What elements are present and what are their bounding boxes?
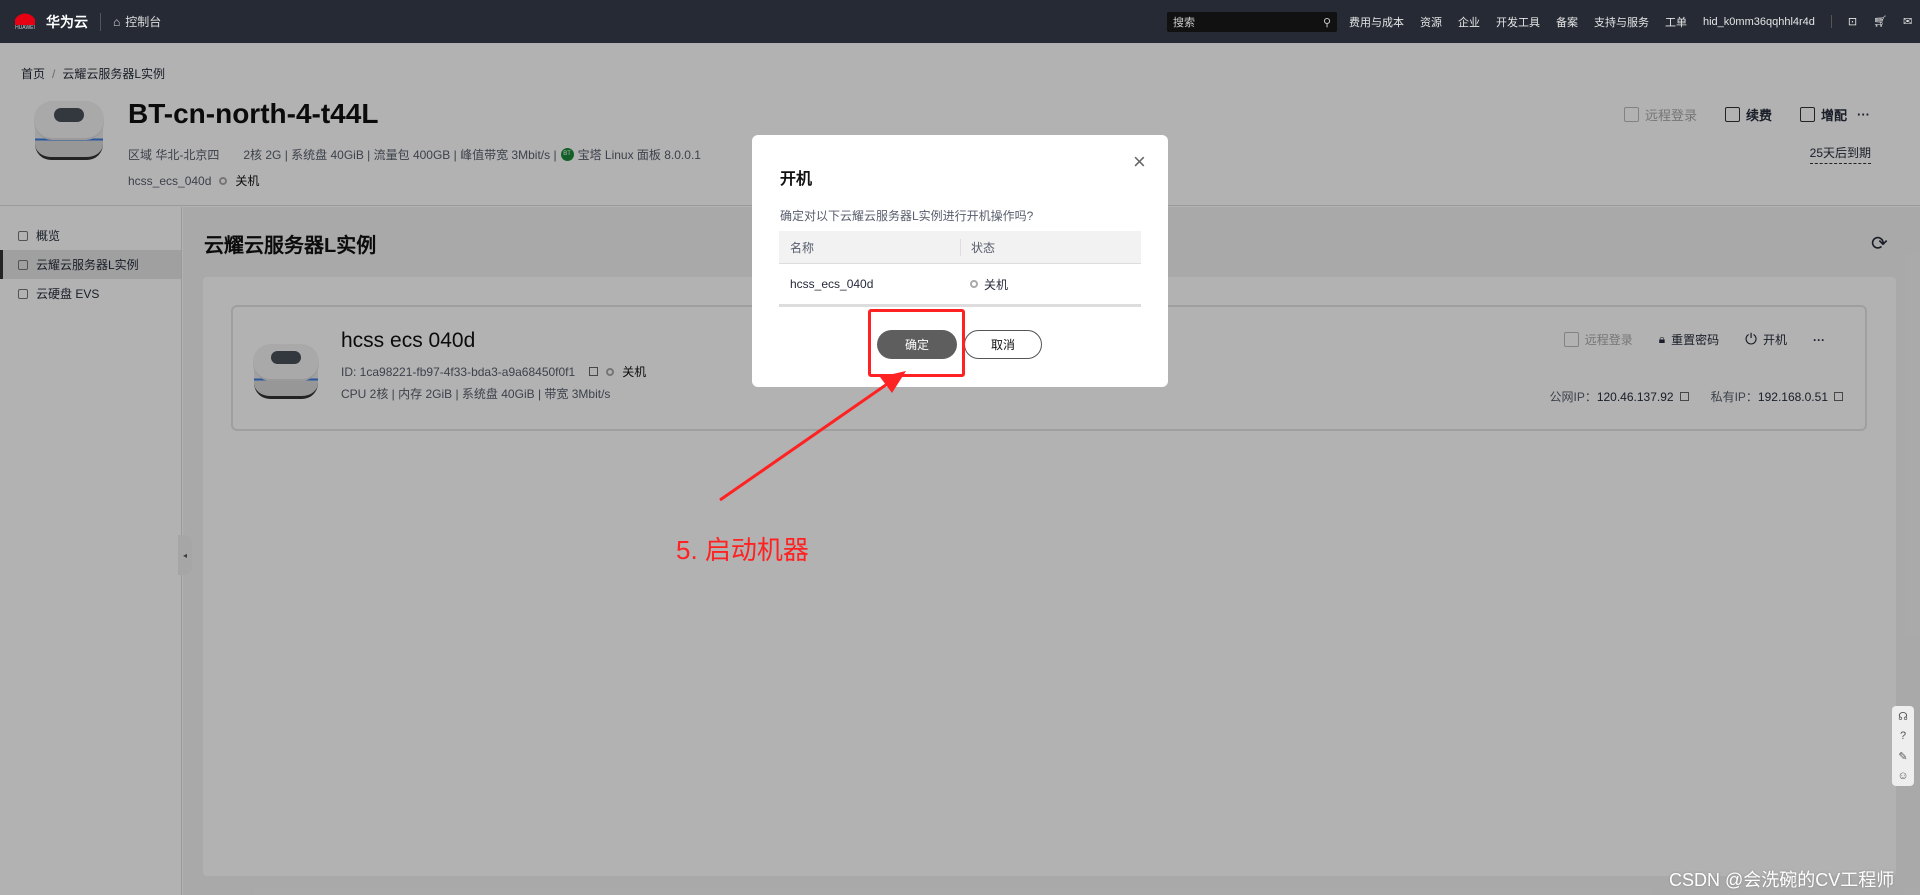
row-status-text: 关机 [984,277,1009,292]
nav-tickets[interactable]: 工单 [1665,14,1687,30]
home-icon: ⌂ [113,14,121,29]
search-placeholder: 搜索 [1173,17,1195,29]
cloud-shell-icon[interactable]: ⊡ [1848,15,1857,28]
table-header: 名称 状态 [779,231,1141,264]
user-account[interactable]: hid_k0mm36qqhhl4r4d [1703,16,1815,28]
huawei-logo-icon: HUAWEI [14,8,36,35]
search-input[interactable]: 搜索 ⚲ [1167,12,1337,32]
status-dot-icon [970,280,978,288]
nav-enterprise[interactable]: 企业 [1458,14,1480,30]
dialog-message: 确定对以下云耀云服务器L实例进行开机操作吗? [780,209,1034,223]
headset-icon[interactable]: ☊ [1898,710,1908,723]
nav-icp[interactable]: 备案 [1556,14,1578,30]
table-row: hcss_ecs_040d 关机 [779,264,1141,304]
column-name: 名称 [790,240,815,255]
smile-icon[interactable]: ☺ [1897,770,1908,782]
console-link[interactable]: ⌂ 控制台 [113,13,161,30]
huawei-cloud-logo[interactable]: HUAWEI 华为云 [14,8,88,35]
console-label: 控制台 [125,15,162,29]
floating-toolbar: ☊ ? ✎ ☺ [1892,706,1914,786]
dialog-title: 开机 [780,171,813,188]
column-status: 状态 [960,238,1141,256]
top-nav-bar: HUAWEI 华为云 ⌂ 控制台 搜索 ⚲ 费用与成本 资源 企业 开发工具 备案 … [0,0,1920,43]
nav-dev-tools[interactable]: 开发工具 [1496,14,1540,30]
brand-name: 华为云 [46,13,88,30]
close-icon[interactable]: × [1133,149,1146,175]
divider [100,12,101,31]
annotation-label: 5. 启动机器 [676,535,809,565]
row-name: hcss_ecs_040d [790,277,874,291]
annotation-highlight-box [868,309,965,377]
cart-icon[interactable]: 🛒︎ [1873,15,1887,28]
instance-table: 名称 状态 hcss_ecs_040d 关机 [779,231,1141,307]
nav-support[interactable]: 支持与服务 [1594,14,1649,30]
nav-resources[interactable]: 资源 [1420,14,1442,30]
watermark: CSDN @会洗碗的CV工程师 [1669,870,1895,890]
logo-subtext: HUAWEI [15,24,35,31]
top-nav-links: 费用与成本 资源 企业 开发工具 备案 支持与服务 工单 hid_k0mm36q… [1349,0,1912,43]
message-icon[interactable]: ✉ [1903,15,1912,28]
cancel-button[interactable]: 取消 [964,330,1042,359]
help-icon[interactable]: ? [1900,730,1906,742]
row-status: 关机 [960,276,1141,293]
search-icon[interactable]: ⚲ [1323,16,1331,29]
horizontal-scrollbar[interactable] [779,304,1141,307]
nav-billing[interactable]: 费用与成本 [1349,14,1404,30]
feedback-icon[interactable]: ✎ [1898,750,1907,763]
